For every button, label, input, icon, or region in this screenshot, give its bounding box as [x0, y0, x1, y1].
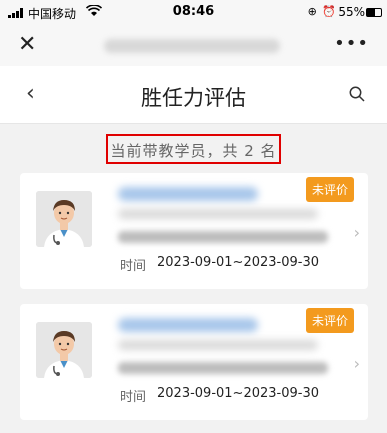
lock-icon: ⊕ ⏰	[307, 5, 337, 18]
battery-percentage: 55%	[338, 5, 365, 19]
student-card[interactable]: 未评价 时间 2023-09-01~2023-09-30 ›	[20, 304, 368, 420]
more-icon[interactable]: •••	[334, 33, 369, 54]
blurred-department-info	[118, 362, 328, 374]
student-count-summary: 当前带教学员，共 2 名	[106, 134, 281, 164]
blurred-department-info	[118, 231, 328, 243]
battery-icon	[366, 8, 382, 17]
doctor-avatar	[36, 322, 92, 378]
search-icon[interactable]	[349, 86, 365, 102]
blurred-student-info	[118, 340, 318, 350]
student-card[interactable]: 未评价 时间 2023-09-01~2023-09-30 ›	[20, 173, 368, 289]
page-title: 胜任力评估	[141, 86, 246, 110]
blurred-app-title	[104, 39, 280, 53]
blurred-student-name	[118, 187, 258, 201]
time-label: 时间	[120, 259, 147, 274]
doctor-avatar	[36, 191, 92, 247]
chevron-right-icon: ›	[353, 223, 360, 242]
time-range: 2023-09-01~2023-09-30	[157, 386, 319, 401]
blurred-student-name	[118, 318, 258, 332]
navigation-header: ‹ 胜任力评估	[0, 66, 387, 124]
status-badge: 未评价	[305, 177, 354, 202]
time-range: 2023-09-01~2023-09-30	[157, 255, 319, 270]
blurred-student-info	[118, 209, 318, 219]
mini-program-bar: ✕ •••	[0, 26, 387, 66]
status-bar: 中国移动 08:46 ⊕ ⏰ 55%	[0, 0, 387, 26]
close-icon[interactable]: ✕	[18, 32, 36, 57]
time-label: 时间	[120, 390, 147, 405]
chevron-right-icon: ›	[353, 354, 360, 373]
status-badge: 未评价	[305, 308, 354, 333]
